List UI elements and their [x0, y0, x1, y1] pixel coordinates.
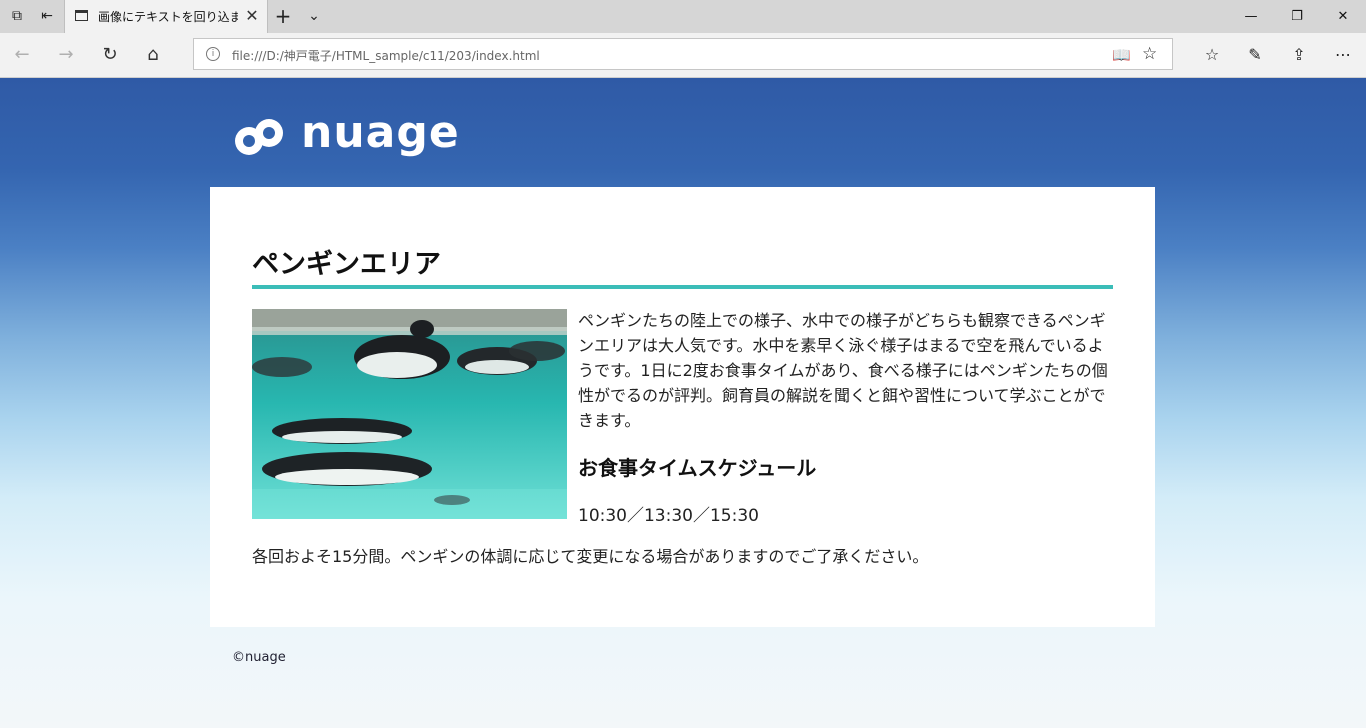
page-viewport: nuage ペンギンエリア ペンギンたちの陸上での様子、水中での様子がどちらも観…	[0, 78, 1366, 728]
restore-icon[interactable]: ❐	[1274, 0, 1320, 33]
tab-bar: ⧉ ⇤ 画像にテキストを回り込ませ ✕ + ⌄ — ❐ ✕	[0, 0, 1366, 33]
logo-mark-icon	[235, 119, 283, 155]
more-menu-icon[interactable]: ⋯	[1330, 42, 1356, 68]
pen-notes-icon[interactable]: ✎	[1242, 42, 1268, 68]
heading-underline	[252, 285, 1113, 289]
schedule-note: 各回およそ15分間。ペンギンの体調に応じて変更になる場合がありますのでご了承くだ…	[252, 547, 929, 566]
forward-arrow-icon[interactable]: →	[53, 42, 79, 68]
info-icon[interactable]: i	[206, 47, 220, 61]
tab-title: 画像にテキストを回り込ませ	[98, 10, 238, 24]
show-tabs-aside-icon[interactable]: ⇤	[38, 7, 56, 25]
share-icon[interactable]: ⇪	[1286, 42, 1312, 68]
favorite-star-icon[interactable]: ☆	[1142, 44, 1157, 64]
description-paragraph: ペンギンたちの陸上での様子、水中での様子がどちらも観察できるペンギンエリアは大人…	[578, 311, 1108, 430]
address-bar[interactable]: i file:///D:/神戸電子/HTML_sample/c11/203/in…	[193, 38, 1173, 70]
content-card: ペンギンエリア ペンギンたちの陸上での様子、水中での様子がどちらも観察できるペン…	[210, 187, 1155, 627]
chevron-down-icon[interactable]: ⌄	[305, 7, 323, 25]
close-tab-icon[interactable]: ✕	[243, 6, 261, 26]
browser-tab[interactable]: 画像にテキストを回り込ませ ✕	[64, 0, 268, 33]
page-heading: ペンギンエリア	[252, 249, 441, 280]
schedule-times: 10:30／13:30／15:30	[578, 506, 759, 526]
reading-view-icon[interactable]: 📖	[1112, 46, 1131, 64]
favorites-list-icon[interactable]: ☆	[1199, 42, 1225, 68]
minimize-icon[interactable]: —	[1228, 0, 1274, 33]
url-text[interactable]: file:///D:/神戸電子/HTML_sample/c11/203/inde…	[232, 47, 540, 64]
refresh-icon[interactable]: ↻	[97, 42, 123, 68]
schedule-heading: お食事タイムスケジュール	[578, 456, 817, 480]
new-tab-icon[interactable]: +	[274, 6, 292, 26]
copyright-text: ©nuage	[232, 650, 286, 665]
penguin-photo	[252, 309, 567, 519]
page-icon	[75, 10, 88, 21]
back-arrow-icon[interactable]: ←	[9, 42, 35, 68]
site-logo[interactable]: nuage	[231, 111, 461, 161]
close-window-icon[interactable]: ✕	[1320, 0, 1366, 33]
navigation-bar: ← → ↻ ⌂ i file:///D:/神戸電子/HTML_sample/c1…	[0, 33, 1366, 78]
tab-set-aside-icon[interactable]: ⧉	[8, 7, 26, 25]
home-icon[interactable]: ⌂	[140, 42, 166, 68]
logo-text: nuage	[301, 107, 460, 158]
